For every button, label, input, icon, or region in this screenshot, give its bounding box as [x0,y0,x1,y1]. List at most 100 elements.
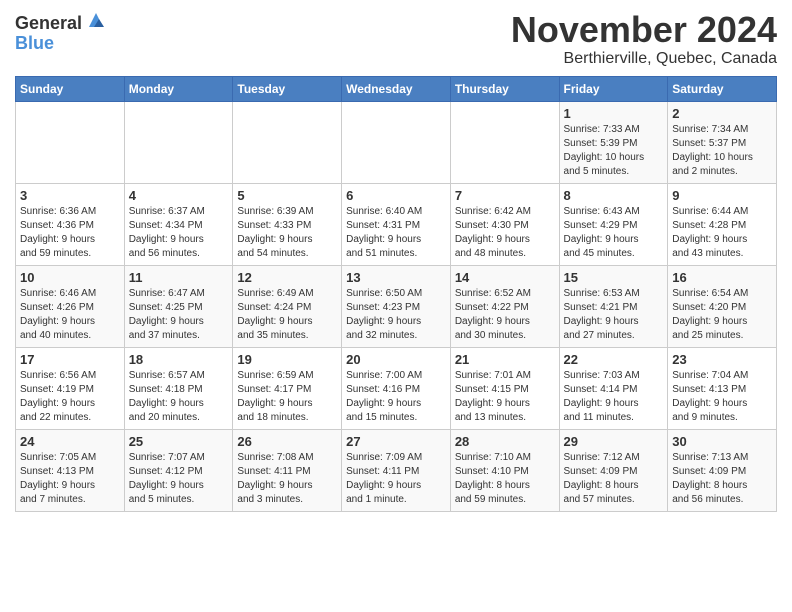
calendar-cell: 20Sunrise: 7:00 AM Sunset: 4:16 PM Dayli… [342,347,451,429]
day-number: 13 [346,270,446,285]
day-info: Sunrise: 6:42 AM Sunset: 4:30 PM Dayligh… [455,205,555,261]
day-number: 17 [20,352,120,367]
logo-general-text: General [15,14,82,34]
calendar-cell: 26 Sunrise: 7:08 AM Sunset: 4:11 PM Dayli… [233,429,342,511]
day-number: 26 [237,434,337,449]
day-number: 3 [20,188,120,203]
day-info: Sunrise: 6:59 AM Sunset: 4:17 PM Dayligh… [237,369,337,425]
header-sunday: Sunday [16,76,125,101]
calendar-cell: 8 Sunrise: 6:43 AM Sunset: 4:29 PM Daylig… [559,183,668,265]
calendar-cell: 30 Sunrise: 7:13 AM Sunset: 4:09 PM Dayli… [668,429,777,511]
day-number: 24 [20,434,120,449]
day-info: Sunrise: 7:04 AM Sunset: 4:13 PM Dayligh… [672,369,772,425]
day-info: Sunrise: 6:46 AM Sunset: 4:26 PM Dayligh… [20,287,120,343]
day-number: 25 [129,434,229,449]
logo-blue-text: Blue [15,34,107,54]
day-info: Sunrise: 6:47 AM Sunset: 4:25 PM Dayligh… [129,287,229,343]
day-info: Sunrise: 6:39 AM Sunset: 4:33 PM Dayligh… [237,205,337,261]
day-info: Sunrise: 6:53 AM Sunset: 4:21 PM Dayligh… [564,287,664,343]
day-number: 14 [455,270,555,285]
calendar-week-2: 3 Sunrise: 6:36 AM Sunset: 4:36 PM Daylig… [16,183,777,265]
calendar-cell: 25 Sunrise: 7:07 AM Sunset: 4:12 PM Dayli… [124,429,233,511]
title-area: November 2024 Berthierville, Quebec, Can… [511,10,777,68]
calendar-cell [450,101,559,183]
day-info: Sunrise: 6:43 AM Sunset: 4:29 PM Dayligh… [564,205,664,261]
location-title: Berthierville, Quebec, Canada [511,50,777,68]
day-number: 1 [564,106,664,121]
calendar-cell: 23 Sunrise: 7:04 AM Sunset: 4:13 PM Dayli… [668,347,777,429]
day-info: Sunrise: 7:07 AM Sunset: 4:12 PM Dayligh… [129,451,229,507]
weekday-header-row: Sunday Monday Tuesday Wednesday Thursday… [16,76,777,101]
calendar-week-4: 17 Sunrise: 6:56 AM Sunset: 4:19 PM Dayli… [16,347,777,429]
calendar-cell [124,101,233,183]
calendar-cell: 19 Sunrise: 6:59 AM Sunset: 4:17 PM Dayli… [233,347,342,429]
day-number: 7 [455,188,555,203]
day-info: Sunrise: 6:56 AM Sunset: 4:19 PM Dayligh… [20,369,120,425]
day-number: 23 [672,352,772,367]
day-info: Sunrise: 7:33 AM Sunset: 5:39 PM Dayligh… [564,123,664,179]
day-number: 19 [237,352,337,367]
day-info: Sunrise: 7:13 AM Sunset: 4:09 PM Dayligh… [672,451,772,507]
header-thursday: Thursday [450,76,559,101]
day-info: Sunrise: 6:44 AM Sunset: 4:28 PM Dayligh… [672,205,772,261]
day-number: 6 [346,188,446,203]
day-info: Sunrise: 6:50 AM Sunset: 4:23 PM Dayligh… [346,287,446,343]
day-number: 22 [564,352,664,367]
day-number: 28 [455,434,555,449]
calendar-table: Sunday Monday Tuesday Wednesday Thursday… [15,76,777,512]
day-info: Sunrise: 7:10 AM Sunset: 4:10 PM Dayligh… [455,451,555,507]
calendar-cell: 14 Sunrise: 6:52 AM Sunset: 4:22 PM Dayli… [450,265,559,347]
header-monday: Monday [124,76,233,101]
calendar-week-3: 10 Sunrise: 6:46 AM Sunset: 4:26 PM Dayli… [16,265,777,347]
calendar-cell [342,101,451,183]
calendar-cell: 27 Sunrise: 7:09 AM Sunset: 4:11 PM Dayli… [342,429,451,511]
calendar-cell: 10 Sunrise: 6:46 AM Sunset: 4:26 PM Dayli… [16,265,125,347]
day-info: Sunrise: 7:09 AM Sunset: 4:11 PM Dayligh… [346,451,446,507]
calendar-cell: 18 Sunrise: 6:57 AM Sunset: 4:18 PM Dayli… [124,347,233,429]
header-wednesday: Wednesday [342,76,451,101]
day-number: 29 [564,434,664,449]
day-info: Sunrise: 6:57 AM Sunset: 4:18 PM Dayligh… [129,369,229,425]
calendar-cell: 13 Sunrise: 6:50 AM Sunset: 4:23 PM Dayli… [342,265,451,347]
day-info: Sunrise: 7:01 AM Sunset: 4:15 PM Dayligh… [455,369,555,425]
calendar-cell: 2Sunrise: 7:34 AM Sunset: 5:37 PM Daylig… [668,101,777,183]
day-number: 12 [237,270,337,285]
day-number: 27 [346,434,446,449]
calendar-cell: 15 Sunrise: 6:53 AM Sunset: 4:21 PM Dayli… [559,265,668,347]
day-number: 10 [20,270,120,285]
header: General Blue November 2024 Berthierville… [15,10,777,68]
calendar-cell [16,101,125,183]
calendar-cell: 29Sunrise: 7:12 AM Sunset: 4:09 PM Dayli… [559,429,668,511]
day-number: 20 [346,352,446,367]
day-number: 21 [455,352,555,367]
day-number: 30 [672,434,772,449]
calendar-cell: 28 Sunrise: 7:10 AM Sunset: 4:10 PM Dayli… [450,429,559,511]
calendar-cell: 1 Sunrise: 7:33 AM Sunset: 5:39 PM Daylig… [559,101,668,183]
calendar-cell: 6 Sunrise: 6:40 AM Sunset: 4:31 PM Daylig… [342,183,451,265]
day-number: 8 [564,188,664,203]
day-info: Sunrise: 6:36 AM Sunset: 4:36 PM Dayligh… [20,205,120,261]
header-saturday: Saturday [668,76,777,101]
calendar-cell: 5Sunrise: 6:39 AM Sunset: 4:33 PM Daylig… [233,183,342,265]
day-info: Sunrise: 7:08 AM Sunset: 4:11 PM Dayligh… [237,451,337,507]
day-info: Sunrise: 6:37 AM Sunset: 4:34 PM Dayligh… [129,205,229,261]
day-number: 18 [129,352,229,367]
day-info: Sunrise: 6:52 AM Sunset: 4:22 PM Dayligh… [455,287,555,343]
calendar-cell: 21 Sunrise: 7:01 AM Sunset: 4:15 PM Dayli… [450,347,559,429]
calendar-cell: 3 Sunrise: 6:36 AM Sunset: 4:36 PM Daylig… [16,183,125,265]
logo-icon [85,9,107,31]
calendar-cell: 12Sunrise: 6:49 AM Sunset: 4:24 PM Dayli… [233,265,342,347]
calendar-cell: 16Sunrise: 6:54 AM Sunset: 4:20 PM Dayli… [668,265,777,347]
calendar-cell: 24 Sunrise: 7:05 AM Sunset: 4:13 PM Dayli… [16,429,125,511]
calendar-cell: 9Sunrise: 6:44 AM Sunset: 4:28 PM Daylig… [668,183,777,265]
calendar-cell: 22Sunrise: 7:03 AM Sunset: 4:14 PM Dayli… [559,347,668,429]
calendar-cell: 7 Sunrise: 6:42 AM Sunset: 4:30 PM Daylig… [450,183,559,265]
header-tuesday: Tuesday [233,76,342,101]
day-number: 15 [564,270,664,285]
day-info: Sunrise: 6:40 AM Sunset: 4:31 PM Dayligh… [346,205,446,261]
day-info: Sunrise: 7:05 AM Sunset: 4:13 PM Dayligh… [20,451,120,507]
calendar-cell: 17 Sunrise: 6:56 AM Sunset: 4:19 PM Dayli… [16,347,125,429]
day-number: 2 [672,106,772,121]
calendar-cell: 11Sunrise: 6:47 AM Sunset: 4:25 PM Dayli… [124,265,233,347]
calendar-week-5: 24 Sunrise: 7:05 AM Sunset: 4:13 PM Dayli… [16,429,777,511]
